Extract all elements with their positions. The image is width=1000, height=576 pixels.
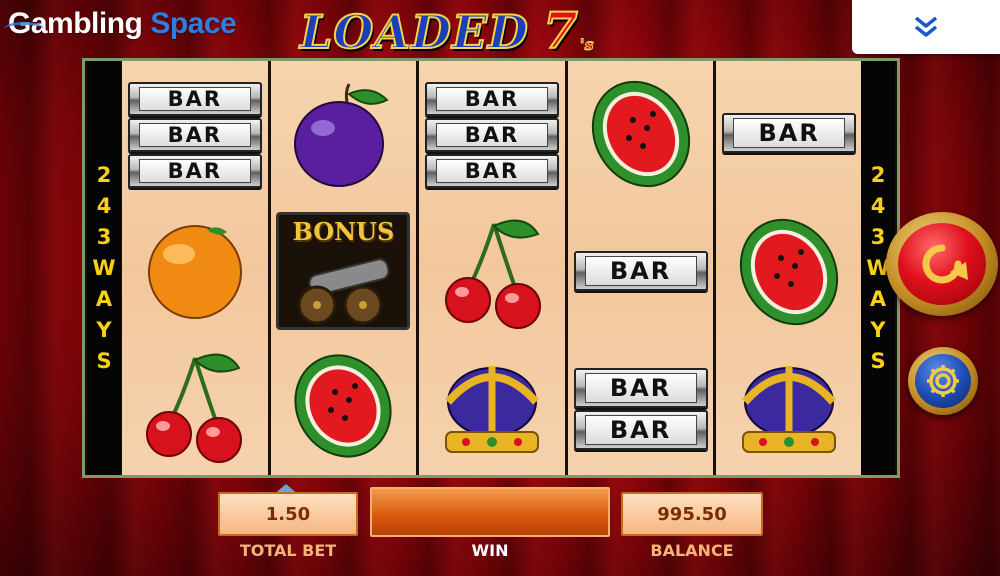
ways-indicator-left: 2 4 3 W A Y S <box>87 61 121 475</box>
bonus-label: BONUS <box>292 217 395 246</box>
balance-display: 995.50 <box>621 492 763 536</box>
ways-char: A <box>95 286 113 311</box>
menu-toggle-button[interactable] <box>852 0 1000 54</box>
crown-icon <box>716 347 862 467</box>
symbol-single-bar: BAR <box>568 245 714 297</box>
spin-arrow-icon <box>922 244 968 284</box>
cherries-icon <box>419 209 565 334</box>
ways-char: 3 <box>96 224 112 249</box>
symbol-triple-bar: BAR BAR BAR <box>122 75 268 195</box>
reel-2: BONUS <box>270 61 417 475</box>
bar-symbol: BAR <box>127 82 262 116</box>
ways-char: A <box>869 286 887 311</box>
balance-value: 995.50 <box>657 503 727 525</box>
bar-symbol: BAR <box>573 410 708 450</box>
reel-machine: 2 4 3 W A Y S BAR BAR BAR BONUS BAR BAR … <box>82 58 900 478</box>
total-bet-value: 1.50 <box>265 503 311 525</box>
total-bet-display[interactable]: 1.50 <box>218 492 358 536</box>
game-title-loaded: LOADED <box>299 5 529 59</box>
reels-area: BAR BAR BAR BONUS BAR BAR BAR BAR BAR BA… <box>122 61 862 475</box>
ways-char: 2 <box>870 162 886 187</box>
bar-label: BAR <box>435 87 548 111</box>
symbol-triple-bar: BAR BAR BAR <box>419 75 565 195</box>
bar-label: BAR <box>584 256 697 286</box>
watermelon-icon <box>271 343 417 468</box>
ways-char: W <box>92 255 116 280</box>
ways-char: S <box>870 348 886 373</box>
ways-char: Y <box>870 317 886 342</box>
win-display <box>370 487 610 537</box>
ways-char: Y <box>96 317 112 342</box>
bar-symbol: BAR <box>573 368 708 408</box>
bar-label: BAR <box>435 123 548 147</box>
crown-icon <box>419 347 565 467</box>
brand-logo: Gambling Space <box>4 4 237 44</box>
reel-4: BAR BAR BAR <box>567 61 714 475</box>
bar-symbol: BAR <box>424 82 559 116</box>
bar-label: BAR <box>733 118 846 148</box>
ways-char: 2 <box>96 162 112 187</box>
reel-3: BAR BAR BAR <box>419 61 565 475</box>
bar-label: BAR <box>138 123 251 147</box>
cherries-icon <box>122 343 268 468</box>
bar-symbol: BAR <box>127 154 262 188</box>
bar-symbol: BAR <box>424 154 559 188</box>
watermelon-icon <box>716 207 862 337</box>
gear-icon <box>927 365 959 397</box>
bar-label: BAR <box>138 159 251 183</box>
total-bet-label: TOTAL BET <box>239 541 337 560</box>
bar-label: BAR <box>138 87 251 111</box>
game-title-logo: LOADED 7 's <box>299 1 594 60</box>
bar-symbol: BAR <box>424 118 559 152</box>
ways-char: 3 <box>870 224 886 249</box>
reel-1: BAR BAR BAR <box>122 61 268 475</box>
game-title-suffix: 's <box>579 35 594 55</box>
settings-button-core <box>915 354 971 408</box>
symbol-double-bar: BAR BAR <box>568 363 714 455</box>
plum-icon <box>271 73 417 198</box>
ways-char: S <box>96 348 112 373</box>
win-label: WIN <box>471 541 509 560</box>
bar-label: BAR <box>435 159 548 183</box>
brand-text-space: Space <box>150 7 237 40</box>
bar-label: BAR <box>584 373 697 403</box>
chevron-double-down-icon <box>914 16 938 37</box>
ways-char: 4 <box>96 193 112 218</box>
watermelon-icon <box>568 69 714 199</box>
balance-label: BALANCE <box>650 541 734 560</box>
spin-button-core <box>898 223 986 305</box>
bar-symbol: BAR <box>127 118 262 152</box>
bar-label: BAR <box>584 415 697 445</box>
symbol-single-bar: BAR <box>716 107 862 159</box>
symbol-bonus-cannon: BONUS <box>271 211 417 331</box>
orange-icon <box>122 209 268 329</box>
brand-swoosh <box>4 22 44 36</box>
cannon-icon <box>297 258 390 325</box>
ways-char: 4 <box>870 193 886 218</box>
bar-symbol: BAR <box>722 113 857 153</box>
spin-button[interactable] <box>886 212 998 316</box>
bar-symbol: BAR <box>573 251 708 291</box>
reel-5: BAR <box>716 61 862 475</box>
game-title-sevens: 7 <box>542 1 579 60</box>
settings-button[interactable] <box>908 347 978 415</box>
